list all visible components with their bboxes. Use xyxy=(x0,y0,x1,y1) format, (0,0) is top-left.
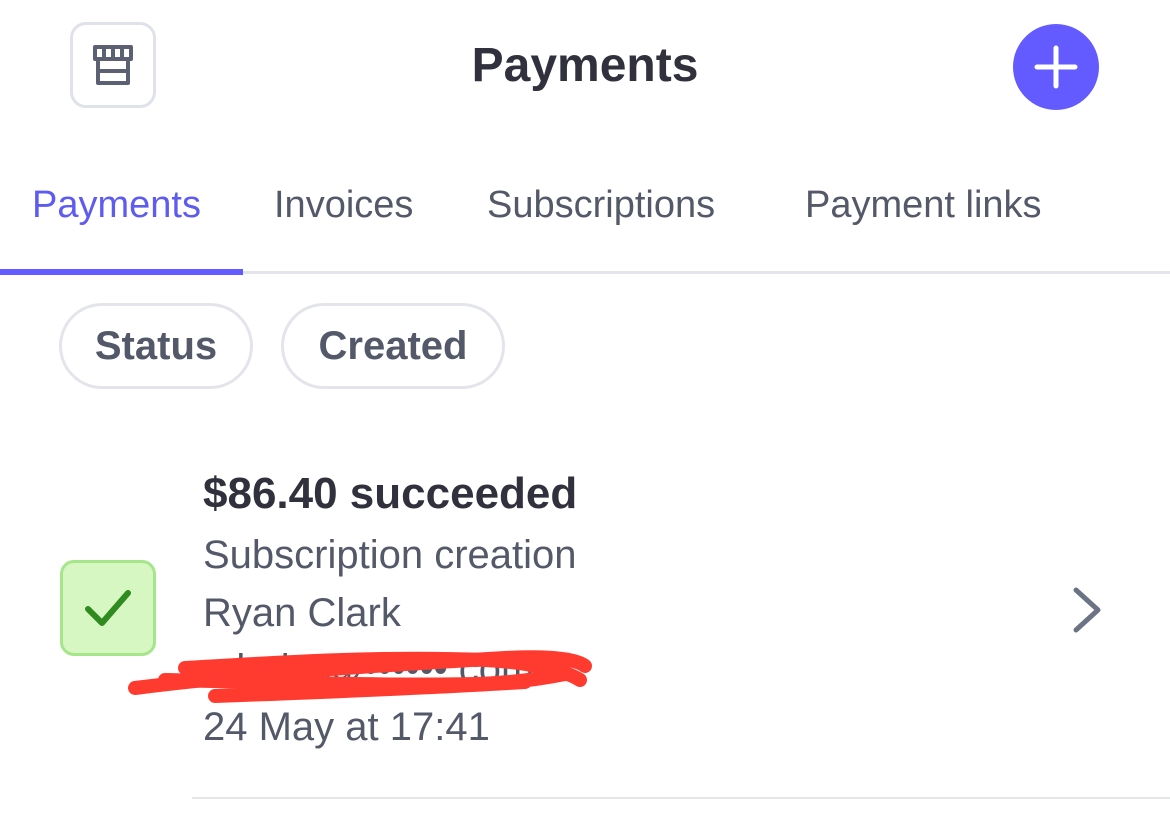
succeeded-status-badge xyxy=(60,560,156,656)
chevron-right-icon xyxy=(1073,587,1101,633)
customer-name: Ryan Clark xyxy=(203,591,401,635)
tab-subscriptions[interactable]: Subscriptions xyxy=(487,182,715,228)
tab-payments[interactable]: Payments xyxy=(32,182,201,228)
active-tab-indicator xyxy=(0,269,243,275)
row-divider xyxy=(192,797,1170,799)
tab-invoices[interactable]: Invoices xyxy=(274,182,413,228)
payments-screen: Payments Payments Invoices Subscriptions… xyxy=(0,0,1170,813)
payment-list-item[interactable]: $86.40 succeeded Subscription creation R… xyxy=(0,420,1170,800)
page-title: Payments xyxy=(471,39,699,92)
plus-icon xyxy=(1034,45,1078,89)
payment-date: 24 May at 17:41 xyxy=(203,705,490,749)
status-filter-chip[interactable]: Status xyxy=(59,303,253,389)
tab-payment-links[interactable]: Payment links xyxy=(805,182,1042,228)
checkmark-icon xyxy=(85,590,131,626)
add-button[interactable] xyxy=(1013,24,1099,110)
customer-email: rclarke@••••••.com xyxy=(203,647,535,691)
payment-amount-status: $86.40 succeeded xyxy=(203,469,578,518)
tab-bar: Payments Invoices Subscriptions Payment … xyxy=(0,170,1170,276)
payment-description: Subscription creation xyxy=(203,533,577,577)
created-filter-chip[interactable]: Created xyxy=(281,303,505,389)
